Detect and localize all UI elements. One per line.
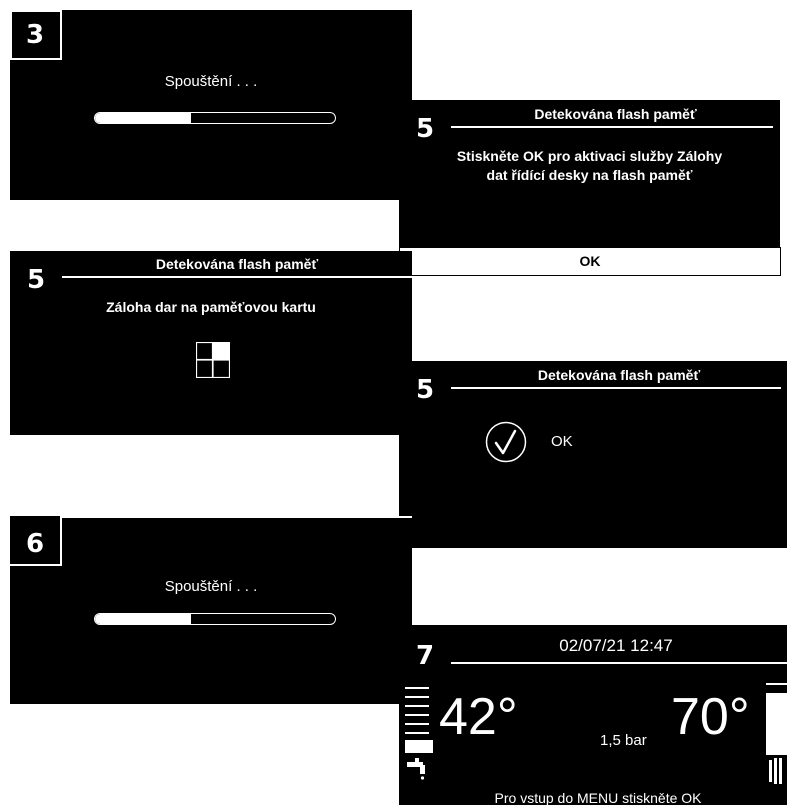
step-badge: 5 — [399, 100, 451, 150]
checkmark-circle-icon — [485, 421, 527, 463]
ok-button[interactable]: OK — [399, 247, 781, 276]
tap-icon — [407, 758, 425, 780]
datetime: 02/07/21 12:47 — [559, 636, 673, 655]
startup-message: Spouštění . . . — [164, 578, 258, 595]
step-badge: 5 — [10, 251, 62, 301]
startup-progress-bar — [94, 112, 336, 124]
startup-progress-bar — [94, 613, 336, 625]
dialog-message-line2: dat řídící desky na flash paměť — [486, 167, 693, 183]
title-divider — [451, 387, 781, 389]
step-badge: 7 — [399, 625, 451, 675]
hourglass-grid-icon — [196, 342, 230, 378]
startup-message: Spouštění . . . — [164, 73, 258, 90]
dialog-message-line1: Stiskněte OK pro aktivaci služby Zálohy — [456, 148, 723, 164]
success-status: OK — [551, 433, 573, 450]
system-pressure: 1,5 bar — [600, 732, 647, 749]
dhw-level-gauge — [405, 687, 433, 753]
title-divider — [451, 126, 773, 128]
screen-3-panel: Spouštění . . . — [10, 10, 412, 200]
top-divider — [451, 662, 787, 664]
dialog-title: Detekována flash paměť — [537, 367, 701, 383]
step-badge: 3 — [10, 10, 62, 60]
progress-fill — [95, 113, 191, 123]
screen-5b-panel: Detekována flash paměť Záloha dar na pam… — [10, 251, 412, 435]
backup-message: Záloha dar na paměťovou kartu — [106, 299, 316, 315]
screen-5c-panel: Detekována flash paměť OK — [399, 361, 787, 548]
screen-6-panel: Spouštění . . . — [10, 516, 412, 704]
screen-7-panel: 02/07/21 12:47 42° 1,5 bar 70° Pro vstup… — [399, 625, 787, 805]
step-badge: 6 — [10, 516, 62, 566]
dhw-temperature: 42° — [439, 688, 518, 746]
radiator-icon — [769, 758, 782, 784]
title-divider — [62, 276, 412, 278]
heating-temperature: 70° — [671, 688, 750, 746]
progress-fill — [95, 614, 191, 624]
dialog-title: Detekována flash paměť — [534, 106, 697, 122]
top-divider — [62, 516, 412, 518]
menu-hint: Pro vstup do MENU stiskněte OK — [494, 790, 702, 805]
step-badge: 5 — [399, 361, 451, 411]
heating-level-gauge — [766, 683, 787, 755]
dialog-title: Detekována flash paměť — [155, 256, 319, 272]
